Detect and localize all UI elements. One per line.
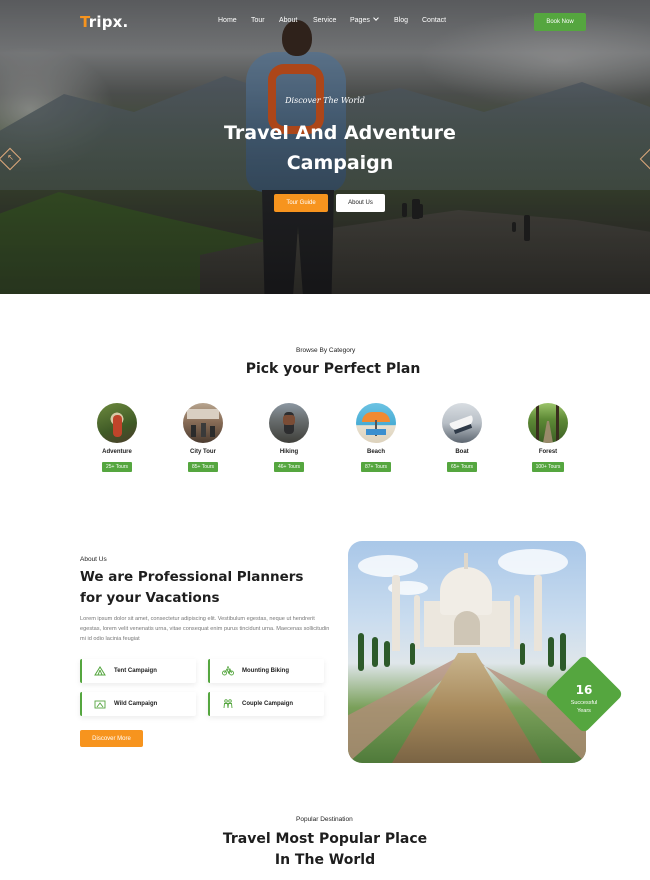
couple-icon: [222, 699, 234, 709]
nav-blog[interactable]: Blog: [394, 17, 408, 24]
category-section-title: Pick your Perfect Plan: [245, 361, 421, 377]
category-name: Hiking: [279, 449, 299, 455]
tour-count-badge: 25+ Tours: [101, 462, 132, 472]
bike-icon: [222, 666, 234, 676]
category-adventure[interactable]: Adventure 25+ Tours: [87, 403, 147, 473]
campfire-icon: [94, 699, 106, 709]
about-eyebrow: About Us: [66, 556, 107, 563]
discover-more-button[interactable]: Discover More: [80, 730, 143, 747]
feature-mounting-biking[interactable]: Mounting Biking: [208, 659, 324, 683]
nav-about[interactable]: About: [279, 17, 297, 24]
nav-contact[interactable]: Contact: [422, 17, 446, 24]
feature-tent-campaign[interactable]: Tent Campaign: [80, 659, 196, 683]
tour-count-badge: 85+ Tours: [187, 462, 218, 472]
category-name: Forest: [538, 449, 558, 455]
tour-count-badge: 65+ Tours: [446, 462, 477, 472]
feature-wild-campaign[interactable]: Wild Campaign: [80, 692, 196, 716]
category-image: [442, 403, 482, 443]
hero-title: Travel And Adventure Campaign: [224, 122, 456, 174]
taj-mahal-photo: [348, 541, 586, 763]
about-title: We are Professional Planners for your Vac…: [80, 569, 304, 606]
category-name: Adventure: [102, 449, 132, 455]
category-beach[interactable]: Beach 87+ Tours: [346, 403, 406, 473]
popular-section-title: Travel Most Popular Place In The World: [222, 831, 428, 868]
chevron-down-icon: [373, 15, 379, 21]
category-forest[interactable]: Forest 100+ Tours: [518, 403, 578, 473]
about-description: Lorem ipsum dolor sit amet, consectetur …: [80, 616, 330, 642]
tour-count-badge: 46+ Tours: [273, 462, 304, 472]
category-image: [183, 403, 223, 443]
category-eyebrow: Browse By Category: [282, 347, 356, 354]
category-image: [528, 403, 568, 443]
nav-home[interactable]: Home: [218, 17, 237, 24]
category-city-tour[interactable]: City Tour 85+ Tours: [173, 403, 233, 473]
tour-count-badge: 87+ Tours: [360, 462, 391, 472]
category-image: [97, 403, 137, 443]
tour-guide-button[interactable]: Tour Guide: [274, 194, 328, 212]
hero-subtitle: Discover The World: [285, 96, 365, 105]
category-name: Boat: [455, 449, 469, 455]
category-image: [356, 403, 396, 443]
nav-service[interactable]: Service: [313, 17, 336, 24]
category-name: City Tour: [190, 449, 216, 455]
hero-section: Tripx. Home Tour About Service Pages Blo…: [0, 0, 650, 294]
top-navigation: Tripx. Home Tour About Service Pages Blo…: [0, 0, 650, 44]
category-hiking[interactable]: Hiking 46+ Tours: [259, 403, 319, 473]
about-us-button[interactable]: About Us: [336, 194, 385, 212]
nav-tour[interactable]: Tour: [251, 17, 265, 24]
category-boat[interactable]: Boat 65+ Tours: [432, 403, 492, 473]
tent-icon: [94, 666, 106, 676]
site-logo[interactable]: Tripx.: [80, 13, 128, 31]
feature-couple-campaign[interactable]: Couple Campaign: [208, 692, 324, 716]
nav-pages[interactable]: Pages: [350, 15, 379, 24]
category-name: Beach: [366, 449, 385, 455]
book-now-button[interactable]: Book Now: [534, 13, 586, 31]
category-image: [269, 403, 309, 443]
tour-count-badge: 100+ Tours: [531, 462, 565, 472]
popular-eyebrow: Popular Destination: [281, 816, 353, 823]
successful-years-text: 16 Successful Years: [570, 683, 598, 714]
